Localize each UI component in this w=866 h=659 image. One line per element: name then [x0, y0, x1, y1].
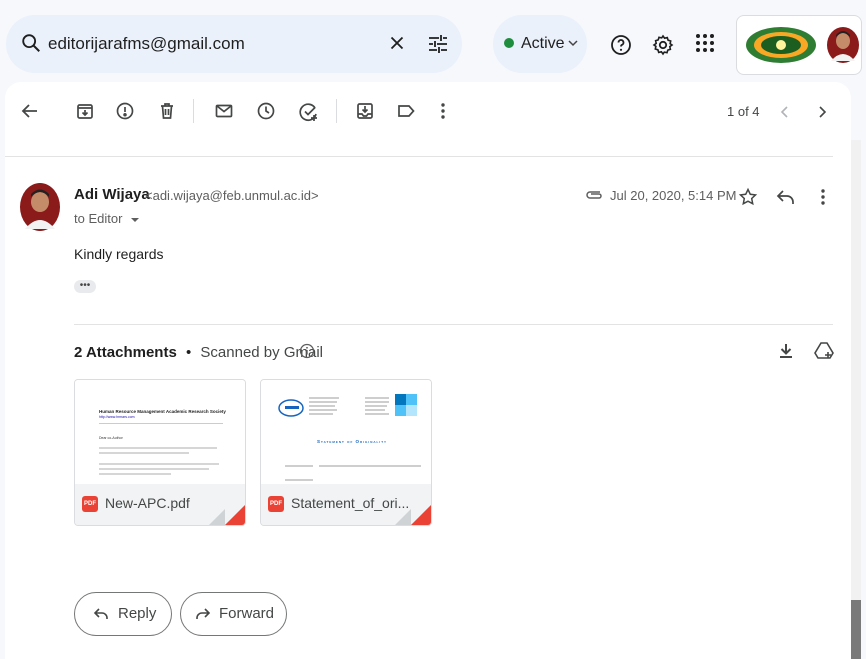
pagination-count: 1 of 4: [727, 104, 760, 119]
message-body: Kindly regards: [74, 246, 164, 262]
show-trimmed-content-button[interactable]: •••: [74, 280, 96, 293]
more-options-icon[interactable]: [815, 187, 831, 207]
preview-title: Human Resource Management Academic Resea…: [99, 409, 226, 414]
apps-icon[interactable]: [694, 32, 716, 54]
attachment-icon: [585, 187, 603, 201]
mark-unread-icon[interactable]: [214, 101, 234, 121]
close-icon[interactable]: [386, 32, 408, 54]
preview-rule: [99, 423, 223, 424]
caret-down-icon: [131, 217, 140, 222]
recipient-label: to Editor: [74, 211, 123, 226]
attachment-footer: PDF Statement_of_ori...: [261, 484, 431, 525]
label-icon[interactable]: [396, 101, 416, 121]
search-bar[interactable]: editorijarafms@gmail.com: [6, 15, 462, 73]
page-fold-icon: [411, 505, 431, 525]
divider: [74, 324, 833, 325]
preview-text-lines: [99, 447, 219, 475]
divider: [5, 156, 833, 157]
preview-letterhead: [278, 394, 417, 417]
separator-dot: •: [185, 344, 192, 361]
search-icon[interactable]: [20, 32, 42, 54]
sender-avatar[interactable]: [20, 183, 60, 231]
scrollbar-thumb[interactable]: [851, 600, 861, 659]
forward-icon: [195, 606, 211, 622]
tune-icon[interactable]: [426, 32, 450, 56]
info-icon[interactable]: [299, 343, 315, 359]
back-icon[interactable]: [20, 101, 40, 121]
pdf-icon: PDF: [82, 496, 98, 512]
scrollbar-track[interactable]: [851, 140, 861, 659]
active-status-dot: [504, 38, 514, 48]
organization-logo: [745, 26, 817, 64]
attachment-card-statement[interactable]: Statement of Originality PDF Statement_o…: [260, 379, 432, 526]
recipient-summary[interactable]: to Editor: [74, 211, 140, 226]
move-to-icon[interactable]: [355, 101, 375, 121]
avatar[interactable]: [827, 27, 859, 63]
status-selector[interactable]: Active: [493, 15, 587, 73]
forward-button[interactable]: Forward: [180, 592, 287, 636]
status-label: Active: [521, 35, 565, 52]
preview-form-lines: [285, 465, 421, 481]
search-input[interactable]: editorijarafms@gmail.com: [48, 34, 245, 54]
attachments-header: 2 Attachments • Scanned by Gmail: [74, 344, 323, 361]
delete-icon[interactable]: [157, 101, 177, 121]
forward-label: Forward: [219, 605, 275, 622]
reply-label: Reply: [118, 605, 157, 622]
star-icon[interactable]: [738, 187, 758, 207]
report-spam-icon[interactable]: [115, 101, 135, 121]
chevron-right-icon[interactable]: [815, 104, 829, 120]
toolbar-divider: [193, 99, 194, 123]
sender-name[interactable]: Adi Wijaya: [74, 186, 150, 203]
reply-button[interactable]: Reply: [74, 592, 172, 636]
attachment-card-new-apc[interactable]: Human Resource Management Academic Resea…: [74, 379, 246, 526]
reply-icon: [93, 606, 109, 622]
download-all-icon[interactable]: [776, 341, 796, 361]
message-date: Jul 20, 2020, 5:14 PM: [610, 188, 737, 203]
chevron-down-icon: [567, 37, 579, 49]
help-icon[interactable]: [609, 33, 633, 57]
toolbar-divider: [336, 99, 337, 123]
preview-heading: Statement of Originality: [317, 439, 388, 444]
add-task-icon[interactable]: [298, 101, 320, 123]
sender-email: <adi.wijaya@feb.unmul.ac.id>: [145, 188, 319, 203]
more-icon[interactable]: [435, 101, 451, 121]
pdf-icon: PDF: [268, 496, 284, 512]
attachment-preview: Statement of Originality: [261, 380, 431, 484]
reply-icon[interactable]: [776, 188, 796, 206]
archive-icon[interactable]: [75, 101, 95, 121]
chevron-left-icon[interactable]: [778, 104, 792, 120]
account-switcher[interactable]: [736, 15, 862, 75]
page-fold-icon: [225, 505, 245, 525]
add-to-drive-icon[interactable]: [814, 341, 836, 361]
attachment-filename: New-APC.pdf: [105, 495, 190, 511]
attachment-footer: PDF New-APC.pdf: [75, 484, 245, 525]
preview-url: http://www.hrmars.com: [99, 415, 135, 419]
page-fold-shadow: [209, 509, 225, 525]
attachment-filename: Statement_of_ori...: [291, 495, 410, 511]
attachments-count: 2 Attachments: [74, 344, 177, 361]
preview-greeting: Dear co-Author: [99, 436, 123, 440]
snooze-icon[interactable]: [256, 101, 276, 121]
message-pane: [5, 82, 851, 659]
attachment-preview: Human Resource Management Academic Resea…: [75, 380, 245, 484]
page-fold-shadow: [395, 509, 411, 525]
settings-icon[interactable]: [651, 33, 675, 57]
